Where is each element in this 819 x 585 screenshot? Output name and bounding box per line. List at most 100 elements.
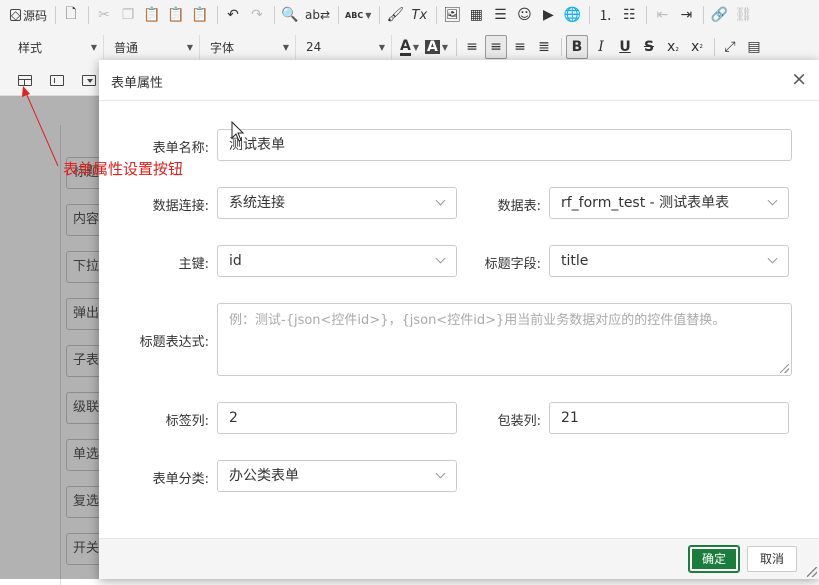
title-expression-label: 标题表达式:: [139, 335, 209, 350]
replace-button[interactable]: ab⇄: [303, 3, 332, 27]
format-select[interactable]: 普通 ▼: [104, 35, 200, 59]
horizontal-line-button[interactable]: ☰: [489, 3, 511, 27]
toolbar-separator: [379, 6, 381, 24]
clipboard-icon: 📋: [143, 7, 161, 23]
align-left-icon: ≡: [466, 39, 478, 55]
wrap-columns-input[interactable]: 21: [549, 402, 789, 434]
chevron-down-icon: ▼: [90, 42, 97, 52]
font-size-select[interactable]: 24 ▼: [296, 35, 392, 59]
cut-button[interactable]: ✂: [93, 3, 115, 27]
find-button[interactable]: 🔍: [279, 3, 301, 27]
underline-button[interactable]: U: [614, 35, 636, 59]
font-color-button[interactable]: A ▼: [398, 35, 421, 59]
form-properties-icon: [18, 74, 32, 86]
brush-icon: 🖌: [386, 7, 405, 23]
dropdown-icon: [82, 74, 96, 86]
smiley-icon: ☺: [517, 7, 532, 23]
spellcheck-button[interactable]: ABC ▼: [343, 3, 373, 27]
cancel-button[interactable]: 取消: [747, 546, 797, 572]
page-break-button[interactable]: ▶: [537, 3, 559, 27]
copy-button[interactable]: ❐: [117, 3, 139, 27]
copy-format-button[interactable]: 🖌: [384, 3, 406, 27]
show-blocks-button[interactable]: ▤: [743, 35, 765, 59]
title-field-value: title: [561, 253, 589, 269]
indent-button[interactable]: ⇥: [675, 3, 697, 27]
toolbar-separator: [88, 6, 90, 24]
iframe-button[interactable]: 🌐: [561, 3, 583, 27]
paste-button[interactable]: 📋: [141, 3, 163, 27]
db-connection-select[interactable]: 系统连接: [217, 187, 457, 219]
italic-button[interactable]: I: [590, 35, 612, 59]
title-field-select[interactable]: title: [549, 245, 789, 277]
superscript-button[interactable]: x²: [686, 35, 708, 59]
maximize-button[interactable]: ⤢: [719, 35, 741, 59]
chevron-down-icon: ▼: [186, 42, 193, 52]
title-expression-textarea[interactable]: 例：测试-{json<控件id>}，{json<控件id>}用当前业务数据对应的…: [217, 303, 792, 376]
form-name-input[interactable]: 测试表单: [217, 129, 792, 161]
dialog-resize-icon[interactable]: [807, 567, 817, 577]
outdent-icon: ⇤: [656, 7, 669, 23]
chevron-down-icon: [435, 195, 446, 206]
chevron-down-icon: ▼: [365, 10, 372, 20]
strikethrough-button[interactable]: S: [638, 35, 660, 59]
toolbar-separator: [338, 6, 340, 24]
paste-text-button[interactable]: 📋: [165, 3, 187, 27]
unlink-button[interactable]: ⛓: [732, 3, 754, 27]
subscript-icon: x₂: [667, 39, 679, 55]
db-connection-value: 系统连接: [229, 195, 285, 211]
dialog-title: 表单属性: [111, 76, 164, 91]
font-select[interactable]: 字体 ▼: [200, 35, 296, 59]
annotation-label: 表单属性设置按钮: [63, 160, 184, 178]
maximize-icon: ⤢: [724, 39, 736, 55]
textbox-button[interactable]: [46, 68, 68, 92]
textbox-icon: [50, 74, 64, 86]
undo-button[interactable]: ↶: [222, 3, 244, 27]
subscript-button[interactable]: x₂: [662, 35, 684, 59]
table-button[interactable]: ▦: [465, 3, 487, 27]
clear-format-button[interactable]: Tx: [408, 3, 430, 27]
clear-format-icon: Tx: [411, 7, 428, 23]
source-button[interactable]: ◇ 源码: [8, 3, 49, 27]
link-button[interactable]: 🔗: [708, 3, 730, 27]
toolbar-separator: [646, 6, 648, 24]
search-icon: 🔍: [281, 7, 299, 23]
dropdown-button[interactable]: [78, 68, 100, 92]
globe-icon: 🌐: [563, 7, 582, 23]
bold-button[interactable]: B: [566, 35, 588, 59]
paste-word-button[interactable]: 📋: [189, 3, 211, 27]
image-button[interactable]: 🖼: [441, 3, 463, 27]
dialog-body: 表单名称: 测试表单 数据连接: 系统连接 数据表: rf_form_test …: [99, 102, 819, 538]
dialog-header: 表单属性 ×: [99, 60, 819, 101]
emoji-button[interactable]: ☺: [513, 3, 535, 27]
align-right-button[interactable]: ≡: [509, 35, 531, 59]
form-category-select[interactable]: 办公类表单: [217, 460, 457, 492]
underline-icon: U: [619, 39, 631, 55]
close-icon[interactable]: ×: [791, 68, 807, 90]
align-justify-button[interactable]: ≣: [533, 35, 555, 59]
chevron-down-icon: [435, 468, 446, 479]
align-left-button[interactable]: ≡: [461, 35, 483, 59]
font-select-value: 字体: [210, 40, 235, 55]
style-select[interactable]: 样式 ▼: [10, 35, 104, 59]
redo-button[interactable]: ↷: [246, 3, 268, 27]
chevron-down-icon: ▼: [282, 42, 289, 52]
form-category-value: 办公类表单: [229, 468, 299, 484]
form-properties-button[interactable]: [14, 68, 36, 92]
primary-key-select[interactable]: id: [217, 245, 457, 277]
primary-key-value: id: [229, 253, 242, 269]
align-center-button[interactable]: ≡: [485, 35, 507, 59]
bulleted-list-button[interactable]: ☷: [618, 3, 640, 27]
align-right-icon: ≡: [514, 39, 526, 55]
chevron-down-icon: [767, 195, 778, 206]
new-page-button[interactable]: 🗋: [60, 3, 82, 27]
db-table-select[interactable]: rf_form_test - 测试表单表: [549, 187, 789, 219]
style-select-value: 样式: [18, 40, 43, 55]
numbered-list-button[interactable]: ⒈: [594, 3, 616, 27]
outdent-button[interactable]: ⇤: [651, 3, 673, 27]
confirm-button[interactable]: 确定: [688, 545, 740, 573]
resize-handle-icon[interactable]: [780, 364, 789, 373]
label-columns-input[interactable]: 2: [217, 402, 457, 434]
toolbar-separator: [456, 38, 457, 56]
bg-color-button[interactable]: A ▼: [423, 35, 450, 59]
link-icon: 🔗: [710, 7, 729, 23]
